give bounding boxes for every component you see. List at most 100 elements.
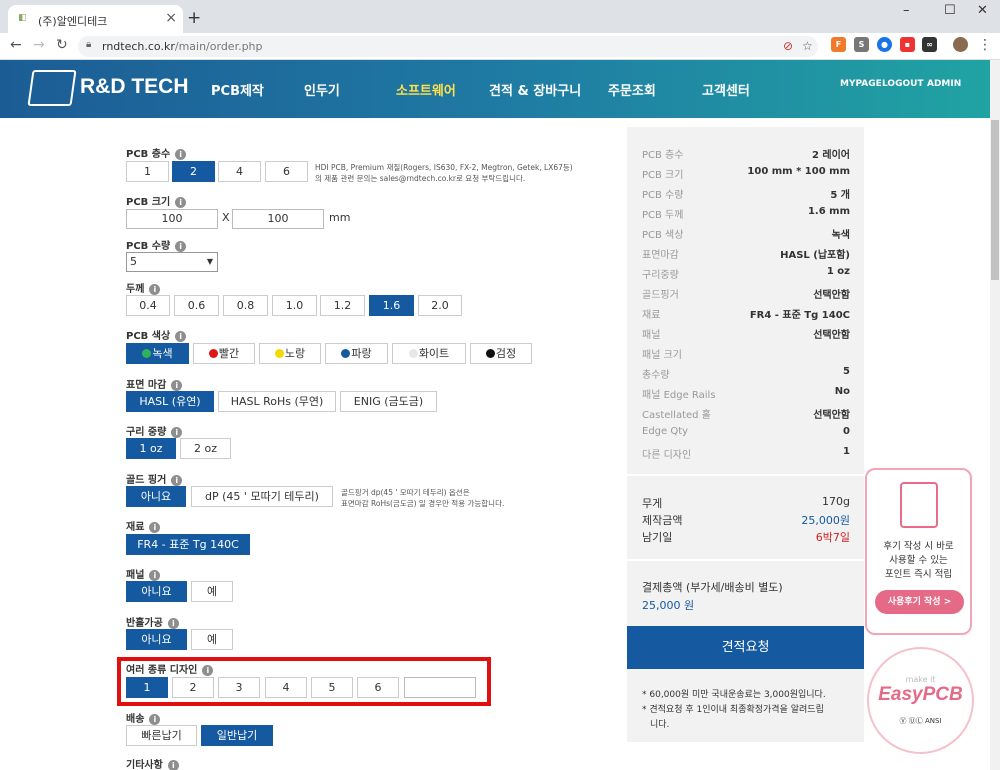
gold-finger-option-dp[interactable]: dP (45 ' 모따기 테두리) [191,486,333,507]
reload-icon[interactable]: ↻ [56,37,68,53]
info-icon[interactable]: i [149,521,161,533]
back-arrow-icon[interactable]: ← [10,37,22,53]
review-banner[interactable]: 후기 작성 시 바로 사용할 수 있는 포인트 즉시 적립 사용후기 작성 > [865,468,972,635]
info-icon[interactable]: i [149,283,161,295]
layers-option-6[interactable]: 6 [265,161,308,182]
info-icon[interactable]: i [171,426,183,438]
info-icon[interactable]: i [149,713,161,725]
shipping-option-fast[interactable]: 빠른납기 [126,725,197,746]
size-label: PCB 크기 i [126,193,187,208]
finish-option-hasl[interactable]: HASL (유연) [126,391,214,412]
tab-title: (주)알엔디테크 [38,15,108,28]
mypage-link[interactable]: MYPAGE [840,79,882,89]
browser-tab[interactable]: ◧ (주)알엔디테크 × [8,5,183,33]
gold-finger-option-no[interactable]: 아니요 [126,486,186,507]
thickness-option[interactable]: 0.6 [174,295,219,316]
profile-avatar[interactable] [953,37,968,52]
review-text-line: 사용할 수 있는 [889,555,948,566]
browser-tab-bar: ◧ (주)알엔디테크 × + – ☐ ✕ [0,0,1000,33]
material-label: 재료 i [126,518,161,533]
summary-divider [627,559,864,561]
logout-link[interactable]: LOGOUT [882,79,924,89]
panel-option-no[interactable]: 아니요 [126,581,187,602]
chevron-down-icon: ▼ [206,257,213,266]
finish-option-enig[interactable]: ENIG (금도금) [340,391,437,412]
thickness-option-selected[interactable]: 1.6 [369,295,414,316]
color-option-green[interactable]: 녹색 [126,343,189,364]
page-scrollbar[interactable] [990,60,1000,770]
size-separator: X [222,211,230,224]
scrollbar-thumb[interactable] [991,120,999,280]
shipping-option-normal[interactable]: 일반납기 [201,725,273,746]
layers-option-4[interactable]: 4 [218,161,261,182]
summary-divider [627,474,864,476]
layers-option-2[interactable]: 2 [172,161,215,182]
black-dot-icon [485,349,495,358]
info-icon[interactable]: i [175,240,187,252]
url-field[interactable]: 🔒︎ rndtech.co.kr/main/order.php ⊘ ☆ [78,36,818,57]
info-icon[interactable]: i [175,148,187,160]
nav-pcb[interactable]: PCB제작 [211,80,264,99]
extension-s-icon[interactable]: S [854,37,869,52]
write-review-button[interactable]: 사용후기 작성 > [875,590,964,614]
size-height-input[interactable]: 100 [232,209,324,229]
easypcb-badge[interactable]: make it EasyPCB Ⓥ ⓊⓁ ANSI [867,647,974,754]
thickness-option[interactable]: 1.2 [320,295,365,316]
color-option-red[interactable]: 빨간 [193,343,255,364]
extension-glasses-icon[interactable]: ∞ [922,37,937,52]
menu-kebab-icon[interactable]: ⋮ [978,37,992,53]
half-hole-option-no[interactable]: 아니요 [126,629,187,650]
info-icon[interactable]: i [175,330,187,342]
thickness-label: 두께 i [126,280,161,295]
green-dot-icon [142,349,152,358]
minimize-button[interactable]: – [903,3,910,18]
copper-option-1oz[interactable]: 1 oz [126,438,176,459]
thickness-option[interactable]: 0.4 [126,295,170,316]
extension-blue-icon[interactable]: ● [877,37,892,52]
color-label: PCB 색상 i [126,327,187,342]
info-icon[interactable]: i [171,379,183,391]
half-hole-option-yes[interactable]: 예 [191,629,233,650]
extension-fox-icon[interactable]: F [831,37,846,52]
info-icon[interactable]: i [149,569,161,581]
panel-option-yes[interactable]: 예 [191,581,233,602]
quote-request-button[interactable]: 견적요청 [627,626,864,669]
blue-dot-icon [341,349,351,358]
nav-software[interactable]: 소프트웨어 [396,80,456,99]
info-icon[interactable]: i [171,474,183,486]
nav-support[interactable]: 고객센터 [702,80,750,99]
thickness-option[interactable]: 0.8 [223,295,268,316]
qty-select[interactable]: 5 ▼ [126,252,218,272]
new-tab-button[interactable]: + [187,8,201,28]
footnote: * 60,000원 미만 국내운송료는 3,000원입니다. [642,690,826,700]
layers-option-1[interactable]: 1 [126,161,169,182]
material-option[interactable]: FR4 - 표준 Tg 140C [126,534,250,555]
color-option-yellow[interactable]: 노랑 [259,343,321,364]
copper-option-2oz[interactable]: 2 oz [180,438,231,459]
nav-order-lookup[interactable]: 주문조회 [608,80,656,99]
thickness-option[interactable]: 1.0 [272,295,317,316]
nav-soldering-iron[interactable]: 인두기 [304,80,340,99]
info-icon[interactable]: i [167,759,179,770]
extension-red-icon[interactable]: ▪ [900,37,915,52]
finish-option-hasl-rohs[interactable]: HASL RoHs (무연) [218,391,336,412]
size-width-input[interactable]: 100 [126,209,218,229]
color-option-black[interactable]: 검정 [470,343,532,364]
info-icon[interactable]: i [175,196,187,208]
forward-arrow-icon[interactable]: → [33,37,45,53]
close-tab-icon[interactable]: × [165,10,177,26]
info-icon[interactable]: i [167,617,179,629]
bookmark-star-icon[interactable]: ☆ [802,39,813,53]
admin-link[interactable]: ADMIN [927,79,961,89]
copper-label: 구리 중량 i [126,423,183,438]
color-option-white[interactable]: 화이트 [392,343,466,364]
lock-icon: 🔒︎ [86,39,92,50]
blocked-popup-icon[interactable]: ⊘ [783,39,793,53]
thickness-option[interactable]: 2.0 [418,295,462,316]
close-window-button[interactable]: ✕ [977,3,988,18]
review-text-line: 포인트 즉시 적립 [884,569,953,580]
maximize-button[interactable]: ☐ [944,3,956,18]
color-option-blue[interactable]: 파랑 [325,343,388,364]
nav-quote-cart[interactable]: 견적 & 장바구니 [489,80,581,99]
shipping-label: 배송 i [126,710,161,725]
